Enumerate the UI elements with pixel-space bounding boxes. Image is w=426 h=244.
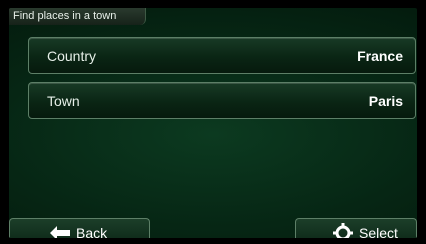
town-field[interactable]: Town Paris xyxy=(28,82,416,119)
country-value: France xyxy=(357,48,403,64)
select-button[interactable]: Select xyxy=(295,218,417,238)
country-label: Country xyxy=(47,48,97,64)
find-places-screen: Find places in a town Country France Tow… xyxy=(9,8,417,238)
back-label: Back xyxy=(76,225,108,238)
town-label: Town xyxy=(47,93,80,109)
back-button[interactable]: Back xyxy=(9,218,150,238)
left-arrow-icon xyxy=(50,226,70,238)
town-value: Paris xyxy=(368,93,403,109)
select-label: Select xyxy=(359,225,398,238)
title-tab: Find places in a town xyxy=(9,8,146,25)
crosshair-target-icon xyxy=(333,223,353,238)
page-title: Find places in a town xyxy=(13,10,117,22)
country-field[interactable]: Country France xyxy=(28,37,416,74)
